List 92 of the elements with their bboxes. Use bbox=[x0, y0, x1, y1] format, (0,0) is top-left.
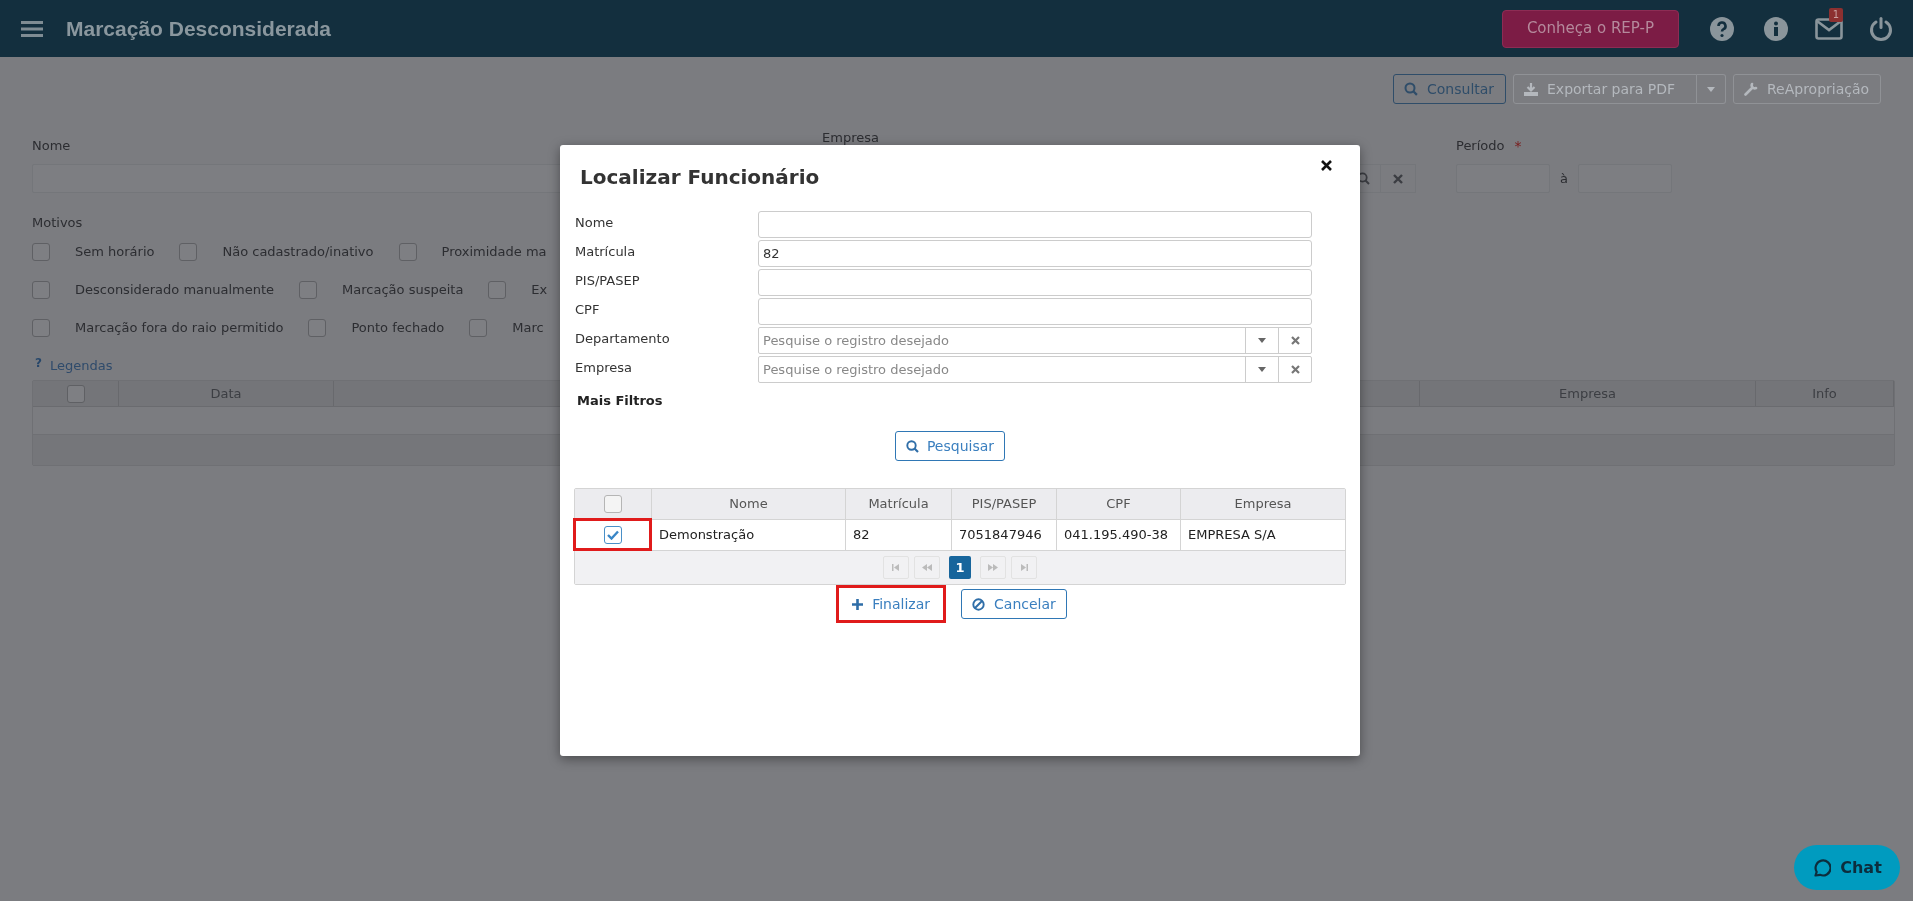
table-cell: 7051847946 bbox=[952, 520, 1057, 550]
input-field[interactable]: 82 bbox=[758, 240, 1312, 267]
chat-button[interactable]: Chat bbox=[1794, 845, 1900, 890]
checkbox-label: Marcação fora do raio permitido bbox=[75, 319, 284, 338]
mail-icon[interactable] bbox=[1815, 17, 1843, 40]
field-label: Departamento bbox=[575, 330, 671, 348]
required-mark: * bbox=[1514, 137, 1522, 156]
table-cell: Demonstração bbox=[652, 520, 846, 550]
search-icon bbox=[905, 439, 919, 453]
last-page-icon bbox=[1019, 564, 1029, 571]
checkbox-label: Ex bbox=[531, 281, 548, 300]
download-icon bbox=[1524, 82, 1538, 96]
field-label: Empresa bbox=[575, 359, 633, 377]
input-field[interactable] bbox=[758, 211, 1312, 238]
input-field[interactable]: Pesquise o registro desejado bbox=[759, 328, 1245, 353]
section-label: Mais Filtros bbox=[577, 392, 664, 410]
search-icon bbox=[1404, 82, 1418, 96]
input-field[interactable]: Pesquise o registro desejado bbox=[759, 357, 1245, 382]
close-icon[interactable] bbox=[1321, 160, 1332, 171]
field-label: Empresa bbox=[822, 129, 880, 147]
caret-icon bbox=[1707, 86, 1715, 92]
checkbox-label: Não cadastrado/inativo bbox=[222, 243, 374, 262]
checkbox[interactable] bbox=[32, 243, 50, 261]
checkbox[interactable] bbox=[66, 384, 85, 403]
field-label: Período bbox=[1456, 137, 1505, 155]
section-label: Motivos bbox=[32, 214, 83, 232]
checkbox[interactable] bbox=[488, 281, 507, 299]
field-label: Nome bbox=[575, 214, 615, 232]
column-header: Nome bbox=[652, 489, 846, 519]
pager-button[interactable] bbox=[980, 556, 1006, 579]
checkbox[interactable] bbox=[299, 281, 318, 299]
checkbox[interactable] bbox=[32, 281, 50, 299]
checkbox[interactable] bbox=[398, 243, 417, 261]
column-header: Info bbox=[1756, 381, 1894, 406]
field-label: CPF bbox=[575, 301, 601, 319]
pager-button[interactable] bbox=[914, 556, 940, 579]
page-button[interactable]: 1 bbox=[949, 556, 971, 579]
chat-bubble-icon bbox=[1812, 858, 1832, 877]
checkbox-label: Marcação suspeita bbox=[342, 281, 464, 300]
pager-button[interactable] bbox=[1011, 556, 1037, 579]
next-page-icon bbox=[988, 564, 998, 571]
lookup-field[interactable]: Pesquise o registro desejado bbox=[758, 356, 1312, 383]
checkbox-label: Proximidade ma bbox=[441, 243, 547, 262]
first-page-icon bbox=[891, 564, 901, 571]
dialog-button[interactable]: Cancelar bbox=[961, 589, 1067, 619]
checkbox[interactable] bbox=[604, 526, 622, 544]
field-label: Matrícula bbox=[575, 243, 637, 261]
checkbox[interactable] bbox=[469, 319, 488, 337]
table-cell-text: EMPRESA S/A bbox=[1187, 526, 1277, 545]
menu-icon[interactable] bbox=[20, 18, 44, 39]
lookup-field[interactable]: Pesquise o registro desejado bbox=[758, 327, 1312, 354]
column-header: Empresa bbox=[1420, 381, 1756, 406]
help-icon[interactable] bbox=[1709, 15, 1735, 42]
caret-icon[interactable] bbox=[1258, 338, 1266, 343]
info-icon[interactable] bbox=[1763, 15, 1789, 42]
column-header: CPF bbox=[1057, 489, 1181, 519]
checkbox[interactable] bbox=[32, 319, 50, 337]
field-label: Nome bbox=[32, 137, 72, 155]
help-mark: ? bbox=[35, 355, 42, 372]
table-cell: 82 bbox=[846, 520, 952, 550]
plus-icon bbox=[852, 598, 864, 610]
checkbox-label: Sem horário bbox=[75, 243, 155, 262]
input-field[interactable] bbox=[758, 269, 1312, 296]
close-icon bbox=[1393, 173, 1403, 184]
dropdown-button[interactable] bbox=[1697, 74, 1726, 104]
wrench-icon bbox=[1744, 82, 1758, 96]
dialog-title: Localizar Funcionário bbox=[580, 164, 820, 191]
toolbar-button[interactable]: Consultar bbox=[1393, 74, 1506, 104]
search-button[interactable]: Pesquisar bbox=[894, 431, 1006, 461]
input-field[interactable] bbox=[758, 298, 1312, 325]
promo-button[interactable]: Conheça o REP-P bbox=[1501, 9, 1679, 48]
table-cell: 041.195.490-38 bbox=[1057, 520, 1181, 550]
page-title: Marcação Desconsiderada bbox=[66, 15, 331, 42]
column-header: Matrícula bbox=[846, 489, 952, 519]
legend-link[interactable]: Legendas bbox=[49, 356, 113, 376]
date-separator: à bbox=[1559, 169, 1569, 188]
checkbox[interactable] bbox=[604, 495, 622, 513]
notification-badge: 1 bbox=[1829, 7, 1843, 22]
column-header: PIS/PASEP bbox=[952, 489, 1057, 519]
checkbox[interactable] bbox=[179, 243, 198, 261]
cancel-icon bbox=[972, 597, 986, 611]
column-header: Data bbox=[119, 381, 334, 406]
column-header: Empresa bbox=[1233, 495, 1293, 514]
power-icon[interactable] bbox=[1869, 15, 1893, 42]
caret-icon[interactable] bbox=[1258, 367, 1266, 372]
checkbox[interactable] bbox=[308, 319, 327, 337]
checkbox-label: Marc bbox=[512, 319, 544, 338]
checkbox-label: Ponto fechado bbox=[351, 319, 445, 338]
checkbox-label: Desconsiderado manualmente bbox=[75, 281, 275, 300]
pager-button[interactable] bbox=[883, 556, 909, 579]
previous-page-icon bbox=[922, 564, 932, 571]
field-label: PIS/PASEP bbox=[575, 272, 641, 290]
